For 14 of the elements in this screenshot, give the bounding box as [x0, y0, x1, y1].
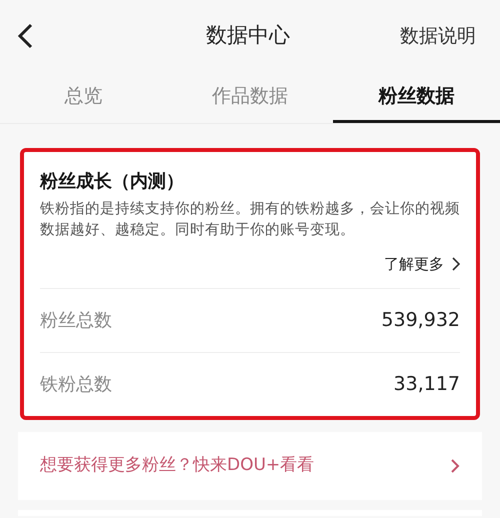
learn-more-link[interactable]: 了解更多 [384, 253, 460, 276]
stat-label: 铁粉总数 [40, 372, 112, 396]
card-title: 粉丝成长（内测） [40, 170, 185, 194]
chevron-right-icon[interactable] [450, 458, 460, 474]
back-icon[interactable] [16, 23, 34, 49]
stat-value: 539,932 [381, 308, 460, 333]
stat-label: 粉丝总数 [40, 308, 112, 332]
stat-value: 33,117 [394, 372, 460, 397]
promo-link[interactable]: 想要获得更多粉丝？快来DOU+看看 [40, 452, 314, 478]
data-info-button[interactable]: 数据说明 [400, 22, 476, 50]
page-title: 数据中心 [206, 22, 290, 50]
card-description: 铁粉指的是持续支持你的粉丝。拥有的铁粉越多，会让你的视频数据越好、越稳定。同时有助于你的账号变现。 [40, 200, 460, 240]
chevron-right-icon [452, 257, 460, 272]
tab[interactable]: 粉丝数据 [333, 72, 500, 123]
